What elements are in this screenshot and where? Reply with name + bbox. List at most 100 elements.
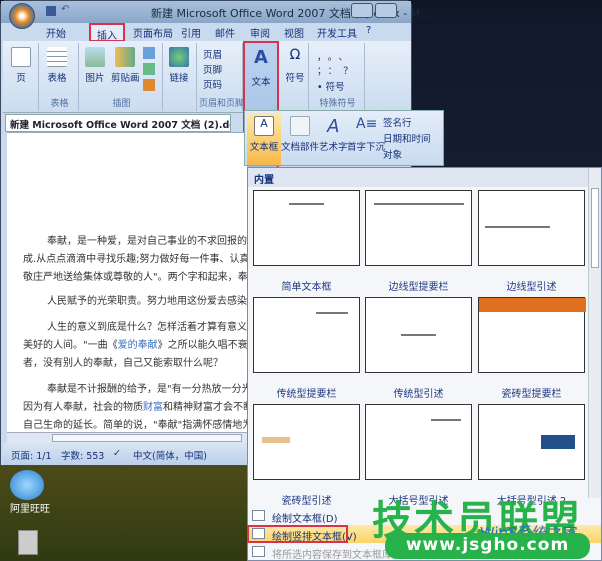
chart-icon[interactable]	[143, 79, 155, 91]
gallery-thumb[interactable]	[365, 297, 472, 373]
text: 美好的人间。"一曲《	[23, 340, 118, 351]
label: 艺术字	[319, 142, 348, 153]
pages-button[interactable]: 页	[11, 47, 31, 84]
page-count[interactable]: 页面: 1/1	[11, 448, 52, 462]
desktop-icon-label: 阿里旺旺	[10, 504, 50, 515]
text: 和精神财富才会不断	[163, 402, 253, 413]
proofing-icon[interactable]: ✓	[113, 448, 121, 459]
gallery-scrollbar[interactable]	[588, 168, 601, 498]
scroll-thumb[interactable]	[52, 434, 242, 442]
title-bar: ↶ 新建 Microsoft Office Word 2007 文档 (2).d…	[1, 1, 431, 29]
smartart-icon[interactable]	[143, 63, 155, 75]
label: 表格	[47, 73, 67, 84]
char: ；	[317, 66, 328, 77]
link-text[interactable]: 爱的奉献	[118, 340, 158, 351]
maximize-button[interactable]	[375, 3, 397, 18]
label: 文本框	[249, 142, 279, 153]
group-tables: 表格 表格	[41, 43, 79, 111]
text: 》之所以能久唱不衰，	[157, 340, 258, 351]
links-button[interactable]: 链接	[169, 47, 189, 84]
group-links: 链接	[165, 43, 197, 111]
text-line: 者，没有别人的奉献，自己又能索取什么呢？	[23, 358, 223, 369]
special-chars[interactable]: ，。、	[317, 49, 354, 63]
tab-mailings[interactable]: 邮件	[215, 25, 235, 40]
label: 首字下沉	[347, 142, 386, 153]
language[interactable]: 中文(简体，中国)	[133, 448, 207, 462]
document-tab[interactable]: 新建 Microsoft Office Word 2007 文档 (2).doc…	[5, 114, 231, 132]
group-special-symbols: ，。、 ；：？ • 符号 特殊符号	[311, 43, 365, 111]
gallery-thumb[interactable]	[365, 404, 472, 480]
tab-insert[interactable]: 插入	[89, 23, 125, 42]
label: 符号	[285, 73, 305, 84]
thumb-textbox	[374, 203, 464, 205]
gallery-thumb[interactable]	[478, 297, 586, 373]
gallery-thumb[interactable]	[478, 190, 585, 266]
undo-icon[interactable]: ↶	[61, 4, 69, 15]
link-text[interactable]: 财富	[143, 402, 163, 413]
quick-parts-button[interactable]: 文档部件	[281, 116, 319, 153]
gallery-thumb[interactable]	[253, 297, 360, 373]
link-icon	[169, 47, 189, 67]
textbox-button[interactable]: A 文本框	[247, 113, 281, 165]
watermark-url: www.jsgho.com	[385, 533, 590, 559]
shapes-icon[interactable]	[143, 47, 155, 59]
wordart-button[interactable]: A 艺术字	[319, 116, 348, 153]
desktop-icon-aliwangwang[interactable]: 阿里旺旺	[10, 470, 50, 515]
quick-parts-icon	[290, 116, 310, 136]
header-button[interactable]: 页眉	[203, 47, 222, 61]
omega-icon: Ω	[289, 47, 301, 63]
gallery-thumb[interactable]	[478, 404, 585, 480]
group-label: 页眉和页脚	[199, 99, 245, 109]
group-label: 特殊符号	[319, 99, 356, 109]
gallery-item-label: 传统型提要栏	[276, 389, 337, 400]
document-page[interactable]: 奉献，是一种爱，是对自己事业的不求回报的爱 成.从点点滴滴中寻找乐趣;努力做好每…	[7, 132, 258, 432]
table-button[interactable]: 表格	[47, 47, 67, 84]
label: 页	[16, 73, 26, 84]
gallery-thumb[interactable]	[253, 404, 360, 480]
group-illustrations: 图片 剪贴画 插图	[81, 43, 163, 111]
file-icon[interactable]	[18, 530, 38, 555]
gallery-thumb[interactable]	[365, 190, 472, 266]
scroll-thumb[interactable]	[591, 188, 599, 268]
symbol-button[interactable]: Ω 符号	[285, 47, 305, 84]
tab-developer[interactable]: 开发工具	[317, 25, 357, 40]
drop-cap-icon: A≡	[356, 116, 378, 132]
drop-cap-button[interactable]: A≡ 首字下沉	[347, 116, 385, 153]
thumb-textbox	[479, 298, 586, 312]
char: 。	[327, 52, 339, 63]
label: 文档部件	[281, 142, 320, 153]
gallery-item-label: 简单文本框	[281, 282, 332, 293]
thumb-textbox	[262, 437, 290, 443]
char: ？	[343, 66, 359, 77]
clipart-icon	[115, 47, 136, 67]
date-time-button[interactable]: 日期和时间	[383, 131, 431, 145]
aliwangwang-icon	[10, 470, 44, 500]
special-symbol-button[interactable]: • 符号	[317, 79, 345, 93]
tab-home[interactable]: 开始	[46, 25, 66, 40]
clipart-button[interactable]: 剪贴画	[111, 47, 140, 84]
char: ：	[327, 66, 344, 77]
page-number-button[interactable]: 页码	[203, 77, 222, 91]
tab-page-layout[interactable]: 页面布局	[133, 25, 173, 40]
thumb-textbox	[316, 312, 348, 314]
gallery-thumb[interactable]	[253, 190, 360, 266]
word-count[interactable]: 字数: 553	[61, 448, 104, 462]
group-symbols: Ω 符号	[281, 43, 309, 111]
footer-button[interactable]: 页脚	[203, 62, 222, 76]
gallery-header: 内置	[248, 168, 588, 187]
gallery-item-label: 边线型引述	[506, 282, 557, 293]
help-icon[interactable]: ?	[366, 25, 371, 36]
object-button[interactable]: 对象	[383, 147, 402, 161]
picture-button[interactable]: 图片	[85, 47, 105, 84]
gallery-item-label: 瓷砖型提要栏	[501, 389, 562, 400]
text-line: 人生的意义到底是什么？怎样活着才算有意义？	[47, 322, 257, 333]
gallery-item-label: 瓷砖型引述	[281, 496, 332, 507]
signature-line-button[interactable]: 签名行	[383, 115, 412, 129]
tab-review[interactable]: 审阅	[250, 25, 270, 40]
tab-view[interactable]: 视图	[284, 25, 304, 40]
tab-references[interactable]: 引用	[181, 25, 201, 40]
minimize-button[interactable]	[351, 3, 373, 18]
special-chars-2[interactable]: ；：？	[317, 63, 359, 77]
save-icon[interactable]	[46, 6, 56, 16]
horizontal-scrollbar[interactable]	[7, 432, 247, 443]
